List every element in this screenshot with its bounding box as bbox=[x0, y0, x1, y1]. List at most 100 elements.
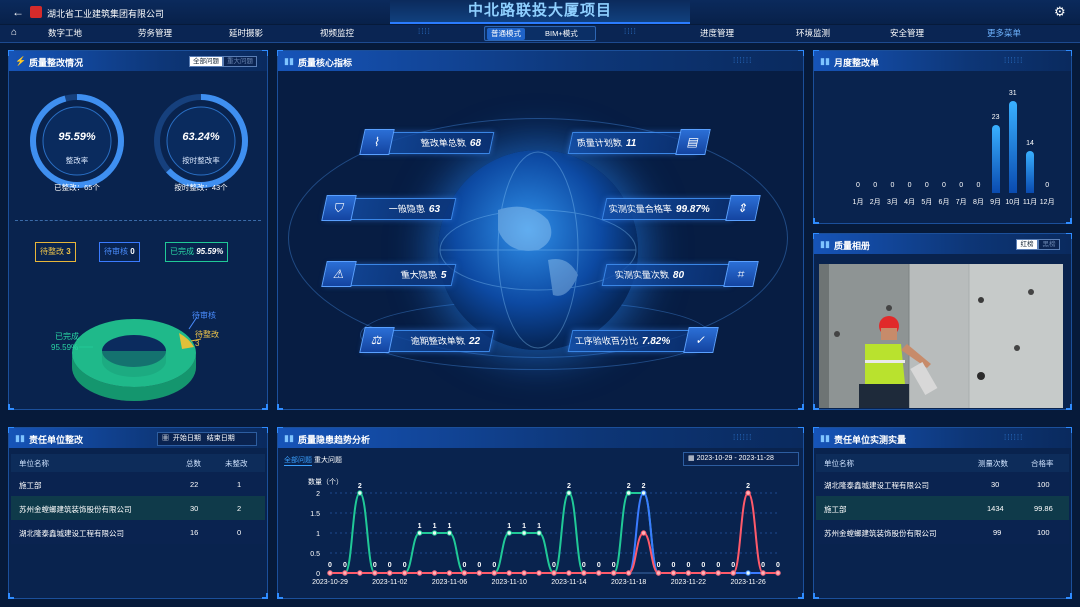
unit-name: 施工部 bbox=[824, 505, 847, 514]
legend-pending: 待整改 3 bbox=[35, 242, 76, 262]
x-tick-label: 2023-11-10 bbox=[492, 579, 527, 586]
overdue-icon: ⚖ bbox=[359, 327, 395, 353]
data-point bbox=[685, 570, 692, 576]
data-label: 0 bbox=[582, 562, 586, 569]
data-label: 0 bbox=[672, 562, 676, 569]
data-label: 2 bbox=[358, 483, 362, 490]
rectify-rate-value: 95.59% bbox=[58, 131, 96, 143]
data-point bbox=[611, 570, 617, 576]
nav-item-environment[interactable]: 环境监测 bbox=[796, 27, 830, 39]
total-count: 30 bbox=[190, 504, 199, 513]
data-point bbox=[596, 570, 602, 576]
back-arrow-icon[interactable]: ← bbox=[12, 5, 24, 19]
column-header: 总数 bbox=[186, 459, 201, 468]
data-label: 2 bbox=[627, 483, 631, 490]
data-point bbox=[401, 570, 408, 576]
y-tick-label: 0.5 bbox=[310, 551, 320, 558]
panel-header: ▮▮ 责任单位整改 ▦ 开始日期 结束日期 bbox=[9, 428, 267, 448]
nav-item-digital-site[interactable]: 数字工地 bbox=[48, 27, 82, 39]
y-tick-label: 0 bbox=[316, 571, 320, 578]
month-label: 12月 bbox=[1039, 199, 1055, 206]
bar-value-label: 0 bbox=[907, 182, 912, 189]
data-point bbox=[715, 570, 721, 576]
column-header: 未整改 bbox=[225, 459, 248, 468]
data-label: 1 bbox=[537, 523, 541, 530]
bar-chart-icon: ▮▮ bbox=[284, 56, 294, 66]
data-point bbox=[506, 570, 512, 576]
rectify-rate-gauge: 95.59% 整改率 bbox=[29, 93, 125, 189]
data-point bbox=[476, 570, 483, 576]
pass-rate: 100 bbox=[1037, 528, 1050, 537]
calendar-icon: ▦ bbox=[162, 435, 169, 442]
bim-mode-button[interactable]: BIM+模式 bbox=[541, 28, 582, 40]
nav-item-progress[interactable]: 进度管理 bbox=[700, 27, 734, 39]
unit-name: 湖北隆泰鑫城建设工程有限公司 bbox=[19, 529, 124, 538]
data-point bbox=[342, 570, 348, 576]
unit-rectify-panel: ▮▮ 责任单位整改 ▦ 开始日期 结束日期 单位名称 总数 未整改 施工部 22… bbox=[8, 427, 268, 599]
all-issues-toggle[interactable]: 全部问题 bbox=[189, 56, 223, 67]
x-tick-label: 2023-11-06 bbox=[432, 579, 467, 586]
unit-name: 湖北隆泰鑫城建设工程有限公司 bbox=[824, 481, 929, 490]
quality-photo[interactable] bbox=[819, 264, 1063, 408]
bar-value-label: 0 bbox=[942, 182, 946, 189]
ontime-rate-value: 63.24% bbox=[182, 131, 220, 143]
data-point bbox=[416, 530, 423, 536]
panel-title: 质量整改情况 bbox=[29, 58, 84, 68]
unrectified-count: 0 bbox=[237, 528, 242, 537]
data-point bbox=[327, 570, 333, 576]
bar-value-label: 31 bbox=[1008, 90, 1017, 97]
red-list-toggle[interactable]: 红榜 bbox=[1016, 239, 1038, 250]
data-point bbox=[760, 570, 766, 576]
gear-icon[interactable]: ⚙ bbox=[1054, 4, 1066, 20]
start-date-input[interactable]: 开始日期 bbox=[173, 435, 201, 442]
data-point bbox=[431, 530, 438, 536]
column-header: 测量次数 bbox=[978, 459, 1008, 468]
data-point bbox=[536, 530, 542, 536]
data-point bbox=[446, 570, 453, 576]
data-label: 0 bbox=[686, 562, 690, 569]
data-point bbox=[506, 530, 512, 536]
major-issues-toggle[interactable]: 重大问题 bbox=[223, 56, 257, 67]
nav-item-timelapse[interactable]: 延时摄影 bbox=[229, 27, 263, 39]
measure-panel: ▮▮ 责任单位实测实量 ⁞⁞⁞⁞⁞⁞ 单位名称 测量次数 合格率 湖北隆泰鑫城建… bbox=[813, 427, 1072, 599]
data-point bbox=[625, 490, 632, 496]
month-label: 4月 bbox=[904, 199, 916, 206]
data-point bbox=[536, 570, 542, 576]
measure-count: 30 bbox=[991, 480, 1000, 489]
table-row[interactable] bbox=[816, 496, 1069, 520]
data-point bbox=[655, 570, 662, 576]
nav-decoration: ⁞⁞⁞⁞ bbox=[624, 27, 637, 36]
nav-item-video[interactable]: 视频监控 bbox=[320, 27, 354, 39]
data-point bbox=[745, 490, 751, 496]
table-row[interactable] bbox=[11, 472, 265, 496]
measure-count: 99 bbox=[993, 528, 1002, 537]
measure-count: 1434 bbox=[987, 504, 1004, 513]
date-range-picker[interactable]: ▦ 开始日期 结束日期 bbox=[157, 432, 257, 446]
data-point bbox=[491, 570, 497, 576]
nav-item-labor[interactable]: 劳务管理 bbox=[138, 27, 172, 39]
panel-title: 质量核心指标 bbox=[298, 58, 353, 68]
nav-item-safety[interactable]: 安全管理 bbox=[890, 27, 924, 39]
nav-item-more[interactable]: 更多菜单 bbox=[987, 27, 1021, 39]
bar-value-label: 0 bbox=[856, 182, 860, 189]
company-logo bbox=[30, 6, 42, 18]
normal-mode-button[interactable]: 普通模式 bbox=[487, 28, 525, 40]
document-icon: ▤ bbox=[675, 129, 711, 155]
unit-name: 施工部 bbox=[19, 481, 42, 490]
data-point bbox=[700, 570, 707, 576]
x-tick-label: 2023-11-26 bbox=[730, 579, 765, 586]
rectified-count: 已整改：65个 bbox=[54, 183, 100, 192]
data-label: 0 bbox=[657, 562, 661, 569]
month-label: 1月 bbox=[852, 199, 864, 206]
month-label: 9月 bbox=[990, 199, 1002, 206]
end-date-input[interactable]: 结束日期 bbox=[207, 435, 235, 442]
data-point bbox=[625, 570, 632, 576]
data-point bbox=[640, 530, 647, 536]
data-label: 0 bbox=[462, 562, 466, 569]
home-icon[interactable]: ⌂ bbox=[11, 27, 17, 38]
month-label: 7月 bbox=[955, 199, 967, 206]
black-list-toggle[interactable]: 黑榜 bbox=[1038, 239, 1060, 250]
column-header: 单位名称 bbox=[19, 459, 49, 468]
y-tick-label: 1 bbox=[316, 531, 320, 538]
top-bar: ← 湖北省工业建筑集团有限公司 中北路联投大厦项目 ⚙ bbox=[0, 0, 1080, 24]
